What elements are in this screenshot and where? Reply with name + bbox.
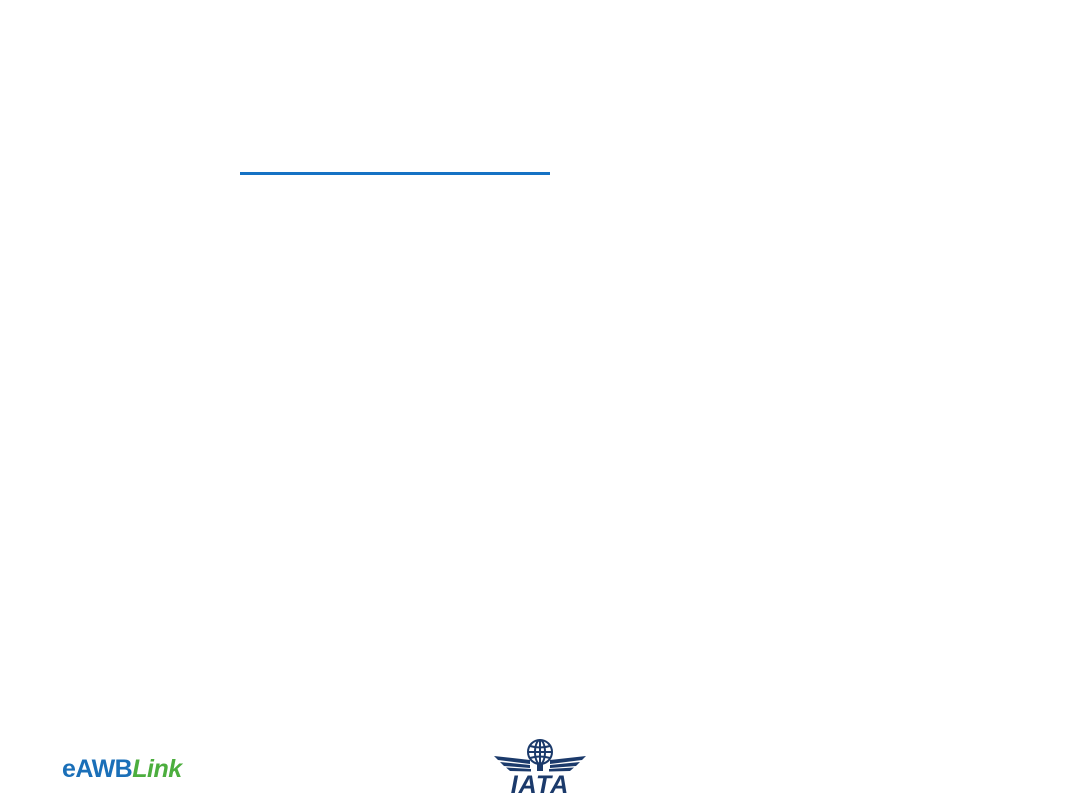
title-underline	[240, 172, 550, 175]
brand-name-eawb: eAWB	[62, 755, 133, 783]
iata-logo-text: IATA	[510, 771, 570, 799]
brand-name-link: Link	[132, 755, 182, 783]
eawblink-logo: eAWBLink	[62, 754, 182, 784]
slide: eAWBLink IATA	[0, 0, 1080, 810]
